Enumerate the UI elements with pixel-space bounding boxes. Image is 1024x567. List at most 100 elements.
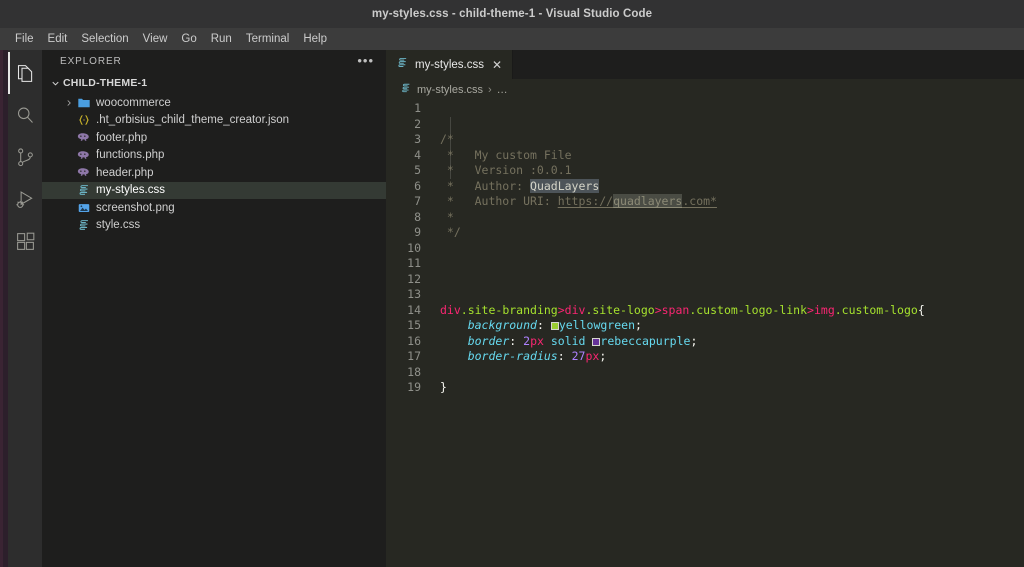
chevron-down-icon [48, 76, 62, 90]
token-tag: div [440, 302, 461, 317]
token-semicolon: ; [635, 318, 642, 332]
search-match-highlight[interactable]: quadlayers [613, 194, 683, 208]
sidebar-title: EXPLORER [60, 55, 122, 67]
token-combinator: > [557, 302, 565, 317]
code-line: 5 * Version :0.0.1 [386, 163, 1024, 179]
line-number: 2 [414, 116, 421, 131]
code-line: 15 background: yellowgreen; [386, 318, 1024, 334]
code-line: 3 /* [386, 132, 1024, 148]
token-unit: px [585, 349, 600, 363]
sidebar-more-actions-icon[interactable]: ••• [357, 54, 374, 67]
list-item[interactable]: screenshot.png [42, 199, 386, 217]
window-title: my-styles.css - child-theme-1 - Visual S… [371, 8, 653, 20]
css-icon [396, 56, 409, 74]
activitybar-item-search[interactable] [8, 94, 42, 136]
token-comment: * Author URI: [440, 194, 558, 208]
code-line: 1 [386, 101, 1024, 117]
list-item-label: screenshot.png [96, 201, 175, 214]
token-class: .site-branding [460, 302, 558, 317]
token-comment: * [440, 209, 454, 224]
title-bar: my-styles.css - child-theme-1 - Visual S… [0, 0, 1024, 28]
line-number: 8 [414, 209, 421, 224]
php-icon [75, 165, 92, 180]
json-icon [75, 113, 92, 127]
activitybar-item-run-and-debug[interactable] [8, 178, 42, 220]
activitybar-item-extensions[interactable] [8, 220, 42, 262]
php-icon [75, 148, 92, 163]
list-item-my-styles-css[interactable]: my-styles.css [42, 181, 386, 199]
code-line: 8 * [386, 210, 1024, 226]
list-item[interactable]: woocommerce [42, 94, 386, 112]
list-item-label: header.php [96, 166, 154, 179]
menu-run[interactable]: Run [204, 31, 239, 47]
list-item-label: footer.php [96, 131, 148, 144]
menu-file[interactable]: File [8, 31, 41, 47]
token-colon: : [557, 349, 565, 363]
line-number: 18 [407, 364, 421, 379]
activity-bar [8, 50, 42, 567]
sidebar-header: EXPLORER ••• [42, 50, 386, 72]
window-edge-accent [0, 50, 3, 567]
list-item[interactable]: style.css [42, 217, 386, 235]
menu-terminal[interactable]: Terminal [239, 31, 296, 47]
token-url-suffix[interactable]: .com* [682, 194, 717, 208]
code-line: 13 [386, 287, 1024, 303]
token-tag: div [564, 302, 586, 317]
tab-my-styles-css[interactable]: my-styles.css ✕ [386, 50, 514, 79]
list-item[interactable]: functions.php [42, 147, 386, 165]
menu-go[interactable]: Go [174, 31, 203, 47]
token-unit: px [530, 333, 544, 348]
menu-view[interactable]: View [136, 31, 175, 47]
token-class: .site-logo [585, 302, 655, 317]
token-property: border [467, 333, 510, 348]
close-icon[interactable]: ✕ [490, 59, 504, 71]
search-icon [15, 105, 36, 126]
code-editor[interactable]: 1 2 3 /* 4 * My custom File 5 * Version … [386, 101, 1024, 567]
php-icon [75, 130, 92, 145]
code-line: 6 * Author: QuadLayers [386, 178, 1024, 195]
breadcrumb-file[interactable]: my-styles.css [417, 84, 483, 96]
explorer-section-root[interactable]: CHILD-THEME-1 [42, 72, 386, 94]
menu-edit[interactable]: Edit [41, 31, 75, 47]
extensions-icon [15, 231, 36, 252]
code-line: 16 border: 2px solid rebeccapurple; [386, 334, 1024, 350]
line-number: 5 [414, 163, 421, 177]
line-number: 6 [414, 178, 421, 193]
code-line: 12 [386, 272, 1024, 288]
vscode-window: my-styles.css - child-theme-1 - Visual S… [0, 0, 1024, 567]
line-number: 14 [407, 302, 421, 317]
token-semicolon: ; [690, 333, 698, 348]
code-line: 4 * My custom File [386, 148, 1024, 164]
code-line: 19 } [386, 380, 1024, 396]
code-line: 9 */ [386, 225, 1024, 241]
menu-help[interactable]: Help [296, 31, 334, 47]
token-keyword-solid: solid [550, 333, 586, 348]
list-item[interactable]: footer.php [42, 129, 386, 147]
list-item[interactable]: header.php [42, 164, 386, 182]
line-number: 3 [414, 132, 421, 146]
color-swatch-yellowgreen[interactable] [550, 322, 559, 330]
code-line: 18 [386, 365, 1024, 381]
activitybar-item-explorer[interactable] [8, 52, 42, 94]
source-control-icon [15, 147, 36, 168]
line-number: 9 [414, 225, 421, 239]
line-number: 1 [414, 101, 421, 115]
line-number: 13 [407, 287, 421, 301]
token-open-brace: { [917, 302, 925, 317]
tab-label: my-styles.css [415, 58, 484, 71]
token-url-prefix[interactable]: https:// [558, 194, 613, 208]
code-line: 7 * Author URI: https://quadlayers.com* [386, 194, 1024, 210]
breadcrumb-separator: › [488, 84, 492, 96]
menu-selection[interactable]: Selection [74, 31, 135, 47]
token-comment: * My custom File [440, 147, 572, 162]
files-icon [15, 63, 36, 84]
sidebar-explorer: EXPLORER ••• CHILD-THEME-1 woocommerce .… [42, 50, 386, 567]
line-number: 7 [414, 194, 421, 208]
token-semicolon: ; [599, 349, 607, 363]
breadcrumb-symbol[interactable]: … [497, 84, 508, 96]
list-item[interactable]: .ht_orbisius_child_theme_creator.json [42, 112, 386, 130]
activitybar-item-source-control[interactable] [8, 136, 42, 178]
